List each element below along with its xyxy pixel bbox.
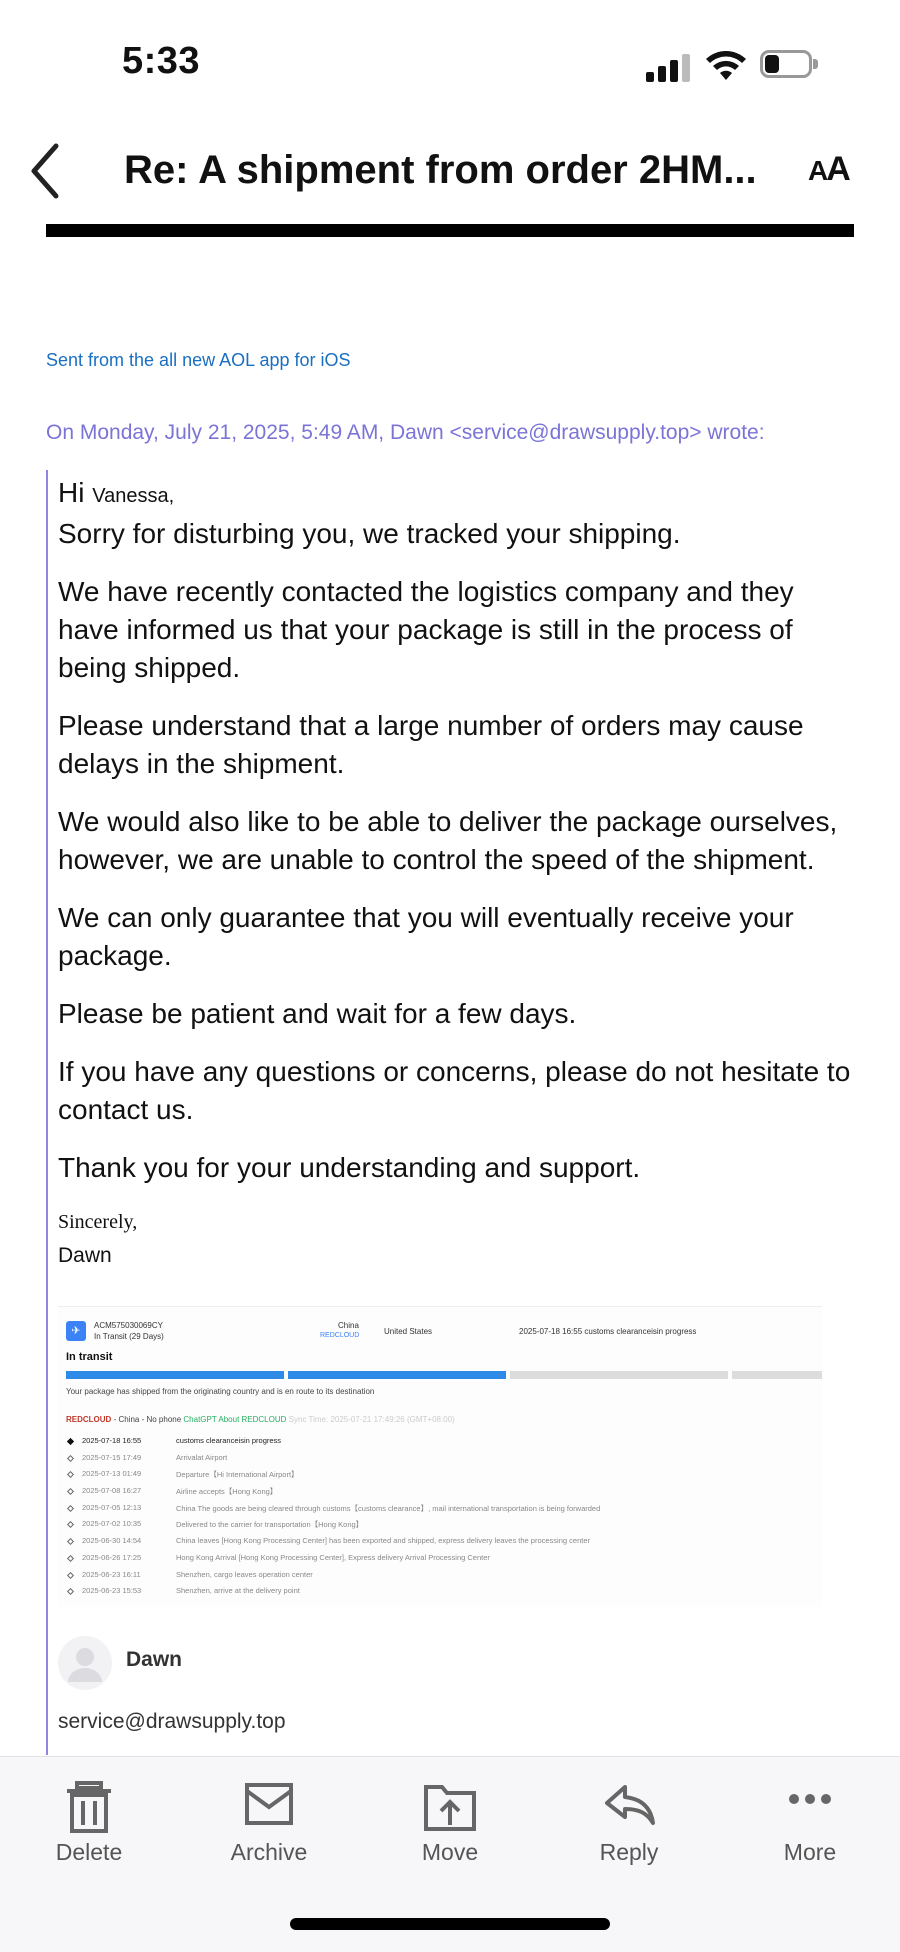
tracking-number: ACM575030069CY <box>94 1321 163 1330</box>
tracking-event: 2025-06-26 17:25 Hong Kong Arrival [Hong … <box>66 1552 822 1569</box>
sign-name: Dawn <box>58 1244 112 1267</box>
body-paragraph: If you have any questions or concerns, p… <box>58 1056 851 1125</box>
tracking-event: 2025-06-23 15:53 Shenzhen, arrive at the … <box>66 1585 822 1602</box>
body-paragraph: Thank you for your understanding and sup… <box>58 1152 641 1183</box>
tracking-event: 2025-07-13 01:49 Departure【Hi Internation… <box>66 1468 822 1485</box>
progress-segment <box>288 1371 506 1379</box>
email-subject-title: Re: A shipment from order 2HM... <box>124 148 757 192</box>
tracking-status: In Transit (29 Days) <box>94 1332 164 1341</box>
sent-from-signature-link[interactable]: Sent from the all new AOL app for iOS <box>46 350 351 371</box>
reply-button[interactable]: Reply <box>559 1757 699 1887</box>
person-icon <box>68 1648 102 1682</box>
airplane-icon: ✈ <box>66 1321 86 1341</box>
progress-segment <box>732 1371 822 1379</box>
greeting: Hi Vanessa, <box>58 477 175 508</box>
tracking-latest-event: 2025-07-18 16:55 customs clearanceisin p… <box>519 1327 697 1336</box>
reply-label: Reply <box>599 1839 659 1865</box>
tracking-heading: In transit <box>66 1351 113 1363</box>
tracking-event: 2025-07-08 16:27 Airline accepts【Hong Kon… <box>66 1485 822 1502</box>
text-size-icon[interactable]: AA <box>808 150 851 189</box>
back-chevron-icon[interactable] <box>28 142 64 200</box>
sender-name[interactable]: Dawn <box>126 1648 182 1672</box>
tracking-event: 2025-07-15 17:49 Arrivalat Airport <box>66 1452 822 1469</box>
tracking-events-list: 2025-07-18 16:55 customs clearanceisin pr… <box>66 1435 822 1602</box>
status-time: 5:33 <box>122 40 201 82</box>
tracking-progress-bar <box>66 1371 822 1379</box>
tracking-event: 2025-07-18 16:55 customs clearanceisin pr… <box>66 1435 822 1452</box>
body-paragraph: We can only guarantee that you will even… <box>58 902 794 971</box>
home-indicator[interactable] <box>290 1918 610 1930</box>
progress-segment <box>66 1371 284 1379</box>
delete-label: Delete <box>55 1839 123 1865</box>
signal-icon <box>646 50 694 82</box>
sign-off: Sincerely, <box>58 1211 138 1233</box>
archive-label: Archive <box>230 1839 308 1865</box>
body-paragraph: We have recently contacted the logistics… <box>58 576 794 683</box>
tracking-event: 2025-07-02 10:35 Delivered to the carrier… <box>66 1518 822 1535</box>
move-button[interactable]: Move <box>380 1757 520 1887</box>
tracking-origin: China <box>338 1321 359 1330</box>
sender-email[interactable]: service@drawsupply.top <box>58 1710 286 1734</box>
tracking-note: Your package has shipped from the origin… <box>66 1387 375 1396</box>
tracking-screenshot-image: ✈ ACM575030069CY In Transit (29 Days) Ch… <box>58 1306 822 1607</box>
reply-arrow-icon <box>605 1785 655 1825</box>
move-label: Move <box>421 1839 479 1865</box>
archive-icon <box>245 1783 293 1825</box>
subject-divider <box>46 224 854 237</box>
archive-button[interactable]: Archive <box>199 1757 339 1887</box>
body-paragraph: Please be patient and wait for a few day… <box>58 998 577 1029</box>
body-paragraph: We would also like to be able to deliver… <box>58 806 838 875</box>
battery-icon <box>760 50 818 80</box>
body-paragraph: Please understand that a large number of… <box>58 710 804 779</box>
sender-avatar[interactable] <box>58 1636 112 1690</box>
quote-bar <box>46 470 48 1755</box>
more-button[interactable]: More <box>740 1757 880 1887</box>
move-folder-icon <box>424 1785 476 1831</box>
tracking-event: 2025-06-30 14:54 China leaves [Hong Kong … <box>66 1535 822 1552</box>
body-paragraph: Sorry for disturbing you, we tracked you… <box>58 518 681 549</box>
trash-icon <box>67 1781 111 1833</box>
more-dots-icon <box>789 1794 831 1804</box>
wifi-icon <box>706 51 746 80</box>
quote-header: On Monday, July 21, 2025, 5:49 AM, Dawn … <box>46 421 765 444</box>
tracking-carrier-row: REDCLOUD - China - No phone ChatGPT Abou… <box>66 1415 455 1424</box>
tracking-carrier-small: REDCLOUD <box>320 1332 360 1339</box>
tracking-destination: United States <box>384 1327 433 1336</box>
tracking-event: 2025-06-23 16:11 Shenzhen, cargo leaves o… <box>66 1569 822 1586</box>
tracking-event: 2025-07-05 12:13 China The goods are bein… <box>66 1502 822 1519</box>
progress-segment <box>510 1371 728 1379</box>
quoted-message: Hi Vanessa, Sorry for disturbing you, we… <box>58 470 858 1275</box>
nav-header: Re: A shipment from order 2HM... AA <box>0 120 900 240</box>
status-bar: 5:33 <box>0 0 900 120</box>
more-label: More <box>783 1839 837 1865</box>
delete-button[interactable]: Delete <box>19 1757 159 1887</box>
tracking-summary-row: ✈ ACM575030069CY In Transit (29 Days) Ch… <box>58 1313 822 1343</box>
